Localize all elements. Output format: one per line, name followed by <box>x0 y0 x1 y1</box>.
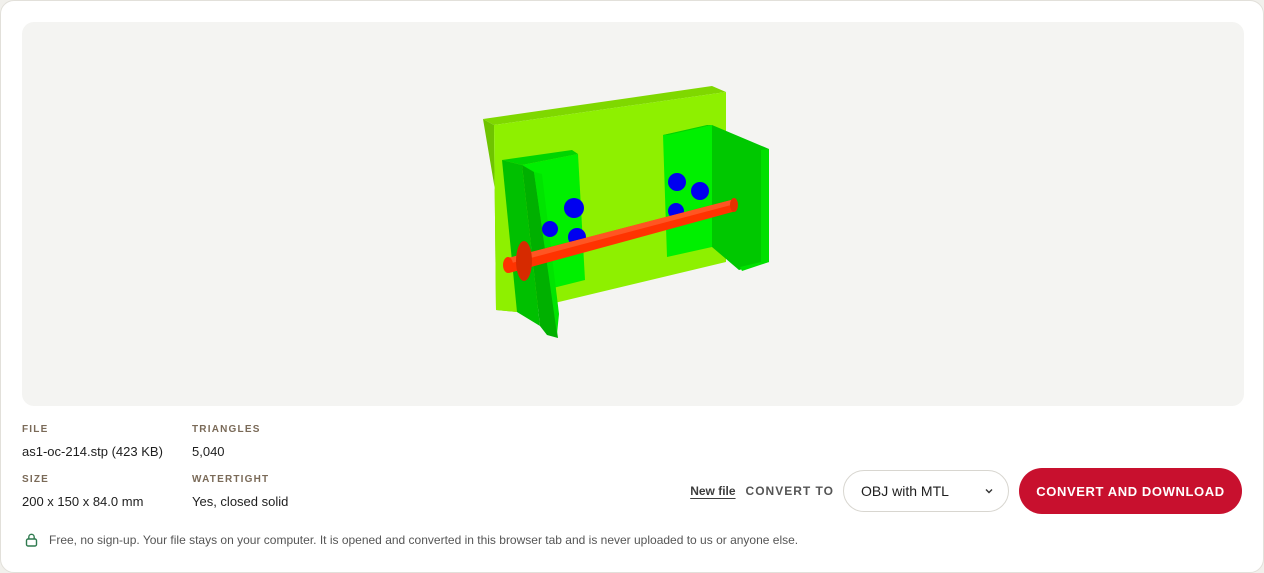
triangles-value: 5,040 <box>192 444 225 459</box>
hole <box>542 221 558 237</box>
convert-and-download-button[interactable]: CONVERT AND DOWNLOAD <box>1019 468 1242 514</box>
rod-end <box>730 198 738 212</box>
watertight-info: WATERTIGHT Yes, closed solid <box>192 474 362 509</box>
triangles-label: TRIANGLES <box>192 424 261 435</box>
size-label: SIZE <box>22 474 50 485</box>
size-info: SIZE 200 x 150 x 84.0 mm <box>22 474 192 509</box>
file-value: as1-oc-214.stp (423 KB) <box>22 444 163 459</box>
chevron-down-icon <box>985 489 993 494</box>
rod-collar <box>516 241 532 281</box>
size-value: 200 x 150 x 84.0 mm <box>22 494 144 509</box>
conversion-actions: New file CONVERT TO OBJ with MTL CONVERT… <box>690 468 1242 514</box>
hole <box>668 173 686 191</box>
privacy-note: Free, no sign-up. Your file stays on you… <box>25 533 798 547</box>
privacy-note-text: Free, no sign-up. Your file stays on you… <box>49 533 799 547</box>
file-label: FILE <box>22 424 49 435</box>
lock-icon <box>25 533 38 547</box>
model-viewer[interactable] <box>22 22 1244 406</box>
file-info: FILE as1-oc-214.stp (423 KB) <box>22 424 192 459</box>
hole <box>564 198 584 218</box>
hole <box>691 182 709 200</box>
format-select[interactable]: OBJ with MTL <box>843 470 1009 512</box>
model-render[interactable] <box>22 22 1244 406</box>
triangles-info: TRIANGLES 5,040 <box>192 424 362 459</box>
converter-card: FILE as1-oc-214.stp (423 KB) TRIANGLES 5… <box>0 0 1264 573</box>
new-file-link[interactable]: New file <box>690 484 735 498</box>
watertight-label: WATERTIGHT <box>192 474 270 485</box>
watertight-value: Yes, closed solid <box>192 494 289 509</box>
right-bracket-flange <box>712 125 769 270</box>
file-metadata: FILE as1-oc-214.stp (423 KB) TRIANGLES 5… <box>22 424 362 509</box>
rod-cap <box>503 257 513 273</box>
convert-to-label: CONVERT TO <box>745 484 834 498</box>
format-select-value: OBJ with MTL <box>861 483 949 499</box>
